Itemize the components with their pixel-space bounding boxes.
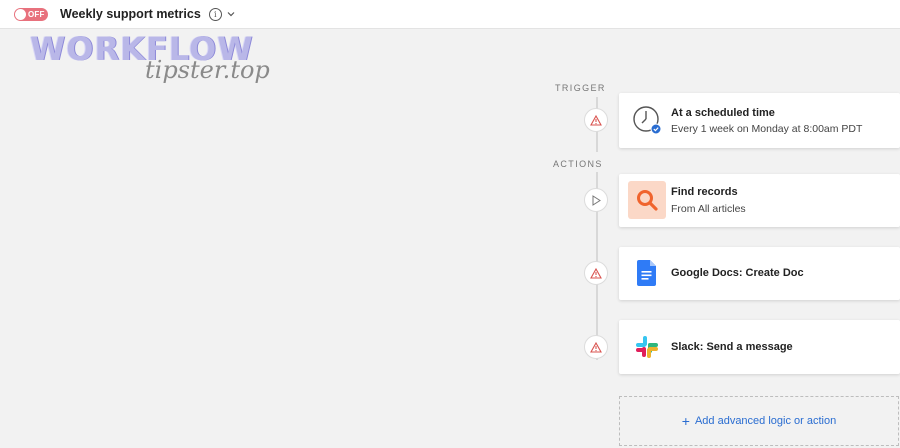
step-card-find-records[interactable]: Find records From All articles: [619, 174, 900, 227]
toggle-knob: [15, 8, 26, 20]
trigger-card[interactable]: At a scheduled time Every 1 week on Mond…: [619, 93, 900, 148]
step-status-play[interactable]: [584, 188, 608, 212]
step-card-slack[interactable]: Slack: Send a message: [619, 320, 900, 374]
chevron-down-icon[interactable]: [226, 9, 236, 19]
header-bar: OFF Weekly support metrics i: [0, 0, 900, 29]
warning-icon: [590, 341, 602, 353]
warning-icon: [590, 267, 602, 279]
step-title: Slack: Send a message: [671, 341, 793, 353]
watermark-logo: WORKFLOW tipster.top: [30, 30, 280, 90]
add-logic-button[interactable]: + Add advanced logic or action: [619, 396, 899, 446]
workflow-title[interactable]: Weekly support metrics: [60, 7, 201, 21]
trigger-status-warning[interactable]: [584, 108, 608, 132]
slack-icon: [628, 328, 666, 366]
step-subtitle: From All articles: [671, 203, 746, 215]
trigger-section-label: TRIGGER: [555, 83, 606, 93]
workflow-toggle[interactable]: OFF: [14, 7, 48, 21]
clock-icon: [628, 101, 666, 139]
warning-icon: [590, 114, 602, 126]
toggle-label: OFF: [28, 9, 45, 19]
step-title: Google Docs: Create Doc: [671, 267, 804, 279]
plus-icon: +: [681, 413, 690, 429]
google-docs-icon: [628, 254, 666, 292]
trigger-subtitle: Every 1 week on Monday at 8:00am PDT: [671, 123, 863, 135]
step-title: Find records: [671, 186, 738, 198]
trigger-title: At a scheduled time: [671, 107, 775, 119]
info-icon[interactable]: i: [208, 7, 222, 21]
step-status-warning[interactable]: [584, 261, 608, 285]
step-card-google-docs[interactable]: Google Docs: Create Doc: [619, 247, 900, 300]
search-icon: [628, 181, 666, 219]
actions-section-label: ACTIONS: [553, 159, 603, 169]
watermark-small-text: tipster.top: [145, 56, 270, 84]
play-icon: [592, 194, 601, 206]
add-logic-label: Add advanced logic or action: [694, 415, 837, 427]
step-status-warning[interactable]: [584, 335, 608, 359]
